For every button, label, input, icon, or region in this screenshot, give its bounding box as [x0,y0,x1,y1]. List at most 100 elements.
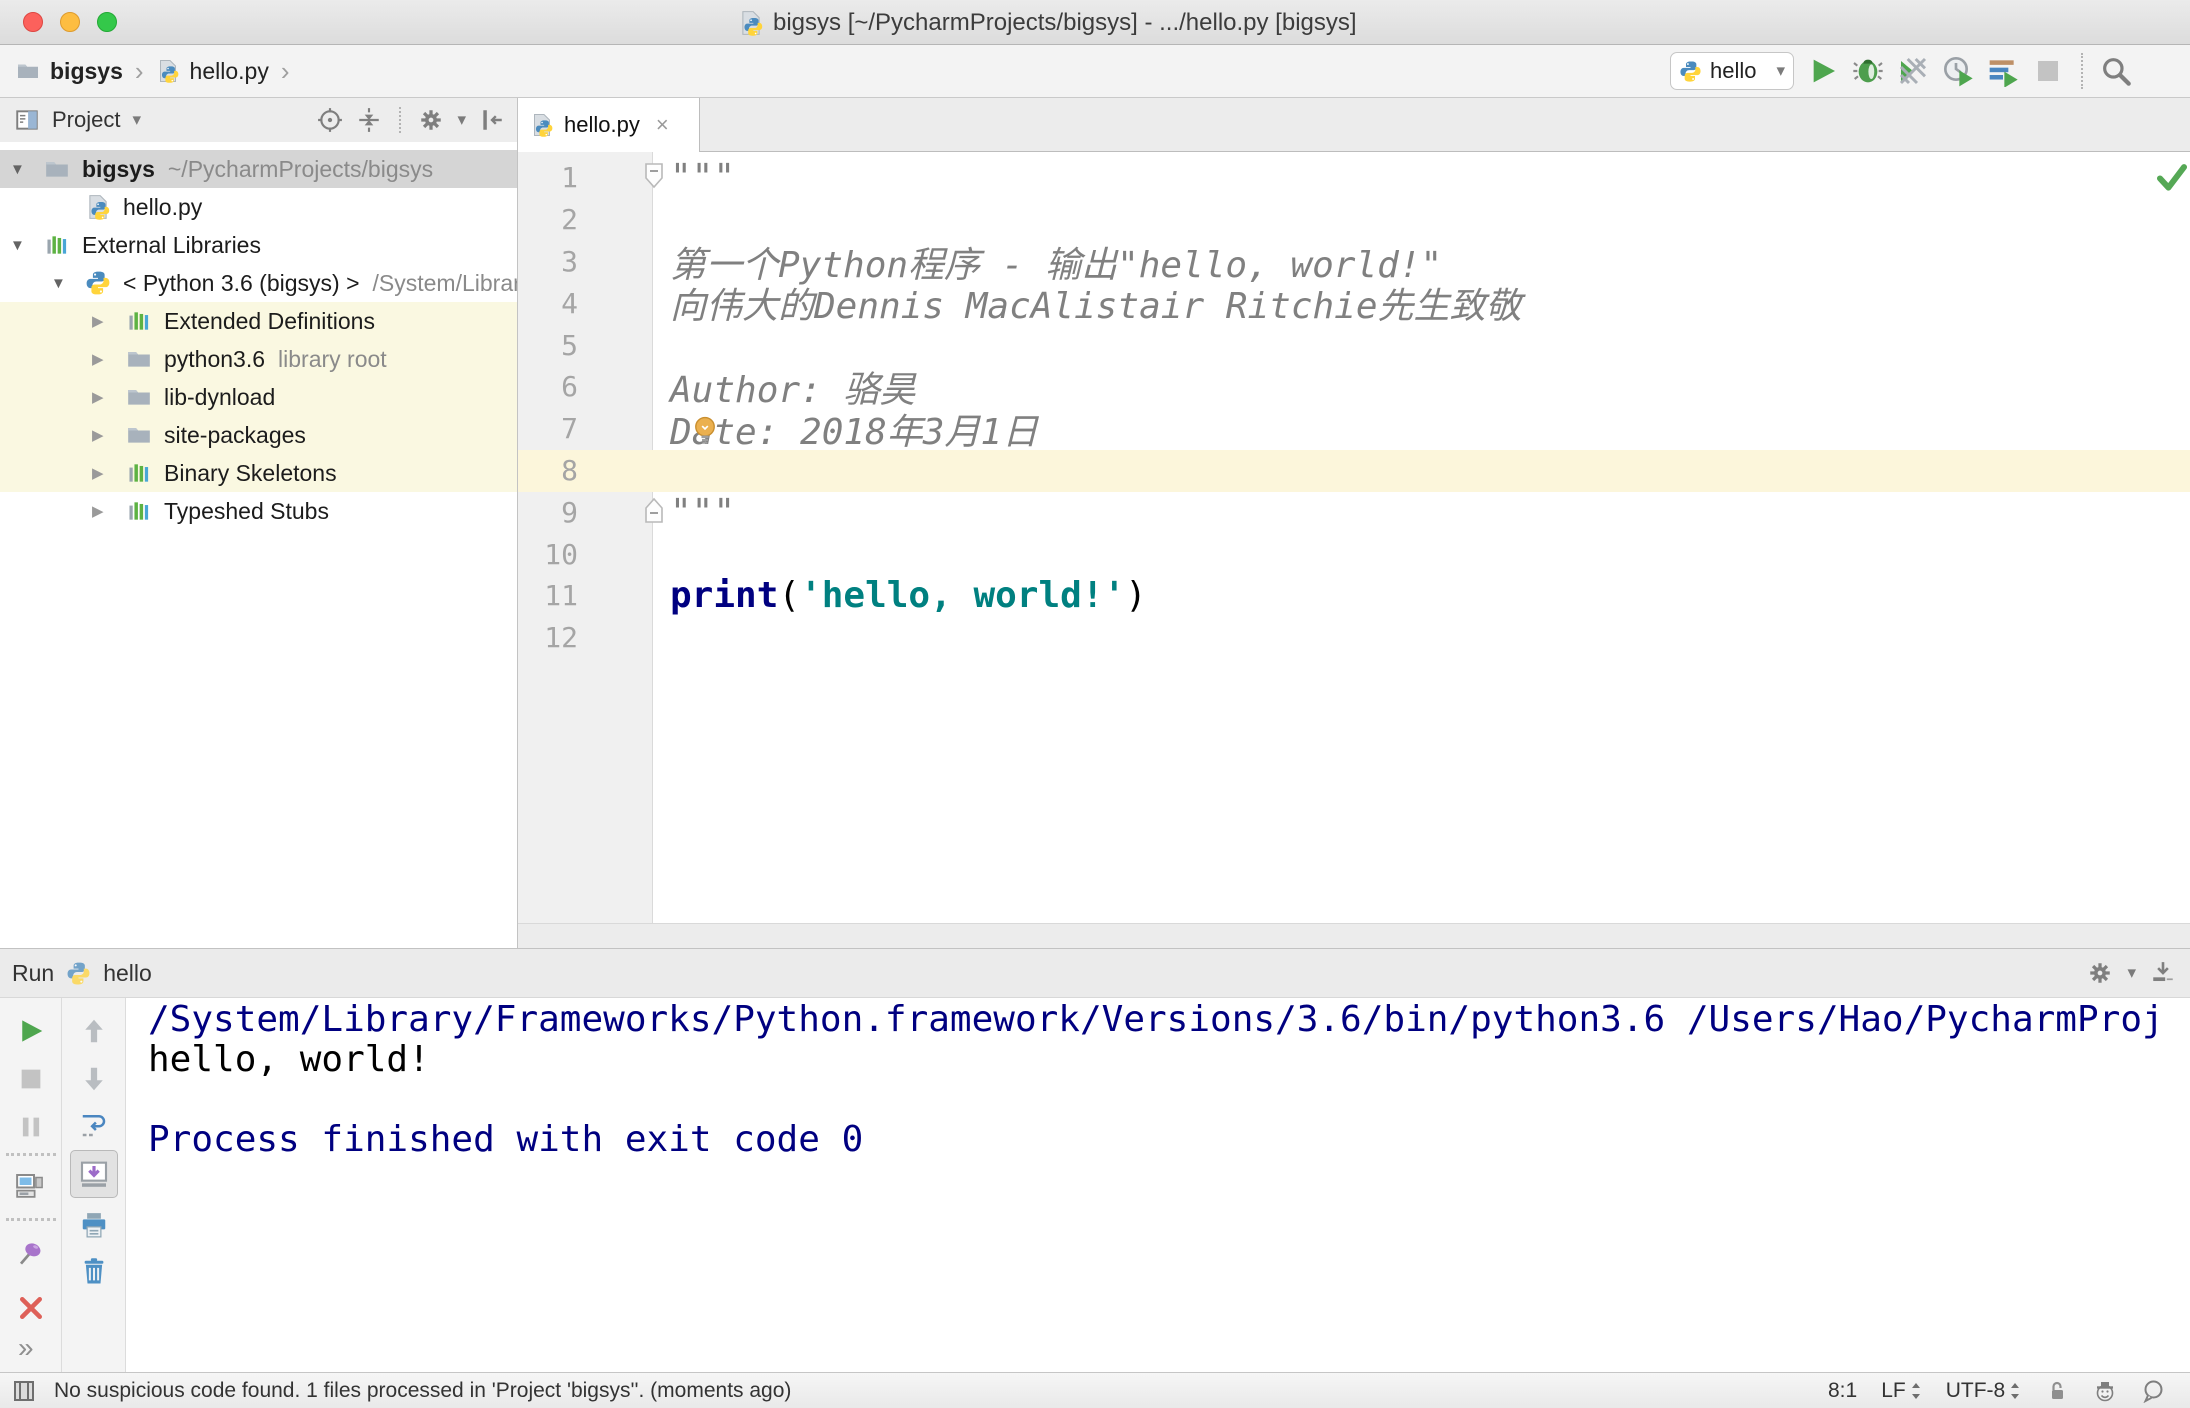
project-tree-row[interactable]: ▶ Extended Definitions [0,302,517,340]
rerun-button[interactable] [16,1016,46,1046]
console-line: Process finished with exit code 0 [148,1119,864,1160]
settings-gear-icon[interactable] [2087,960,2113,986]
run-panel-title[interactable]: Run [12,960,54,987]
encoding-label: UTF-8 [1945,1378,2006,1402]
tree-collapse-icon[interactable]: ▼ [10,237,44,254]
encoding-select[interactable]: UTF-8 [1946,1379,2022,1403]
code-text: Date: 2018年3月1日 [670,411,1039,453]
code-editor[interactable]: 1 """ 2 3 第一个Python程序 - 输出"hello, world!" 4 向伟… [518,152,2190,923]
toolbar-separator [6,1153,56,1156]
project-tree-row[interactable]: ▶ lib-dynload [0,378,517,416]
line-number: 11 [544,579,578,613]
zoom-window-button[interactable] [97,12,117,32]
locate-file-icon[interactable] [317,107,343,133]
up-stacktrace-button [79,1016,109,1046]
breadcrumb-file[interactable]: hello.py [190,58,269,85]
run-configuration-select[interactable]: hello ▾ [1670,52,1794,90]
tree-expand-icon[interactable]: ▶ [92,464,126,482]
tree-expand-icon[interactable]: ▶ [92,350,126,368]
project-tree-row[interactable]: ▼ < Python 3.6 (bigsys) > /System/Library/… [0,264,517,302]
hide-panel-icon[interactable] [479,107,505,133]
pyfile-icon [85,194,111,220]
folder-icon [126,384,152,410]
pause-button [16,1112,46,1142]
toolwindow-switcher-icon[interactable] [12,1379,36,1403]
tree-expand-icon[interactable]: ▶ [92,312,126,330]
close-window-button[interactable] [23,12,43,32]
tree-item-label: Extended Definitions [164,307,375,334]
collapse-all-icon[interactable] [356,107,382,133]
breadcrumb-project[interactable]: bigsys [50,58,123,85]
print-button[interactable] [79,1210,109,1240]
minimize-window-button[interactable] [60,12,80,32]
close-panel-button[interactable] [16,1293,46,1323]
toolbar-separator [6,1218,56,1221]
editor-tab-hello-py[interactable]: hello.py × [518,98,700,152]
restore-layout-button[interactable] [14,1170,44,1200]
editor-bottom-strip [518,923,2190,948]
chevron-down-icon: ▾ [2127,963,2136,982]
line-number: 8 [561,453,578,487]
tree-collapse-icon[interactable]: ▼ [51,275,85,292]
stop-button [16,1064,46,1094]
editor-line: 9 """ [518,491,2190,533]
settings-gear-icon[interactable] [418,107,444,133]
console-output[interactable]: /System/Library/Frameworks/Python.framew… [126,1000,2190,1372]
fold-region-start-icon[interactable] [644,161,664,191]
scroll-to-end-button[interactable] [70,1150,118,1198]
concurrency-diagram-button[interactable] [1987,55,2019,87]
console-line: hello, world! [148,1039,430,1080]
code-text: """ [670,157,736,199]
profiler-button[interactable] [1942,55,1974,87]
project-tree-row[interactable]: ▼ External Libraries [0,226,517,264]
project-panel-header: Project ▾ ▾ [0,98,517,142]
project-tree-row[interactable]: ▶ site-packages [0,416,517,454]
toolbar-separator [399,107,402,133]
tree-item-label: site-packages [164,421,306,448]
intention-bulb-icon[interactable] [688,414,722,448]
tree-expand-icon[interactable]: ▶ [92,388,126,406]
project-tree-row[interactable]: ▼ bigsys ~/PycharmProjects/bigsys [0,150,517,188]
status-bar: No suspicious code found. 1 files proces… [0,1372,2190,1408]
console-line: /System/Library/Frameworks/Python.framew… [148,1000,2164,1040]
run-toolbar: » [0,998,62,1372]
line-number: 9 [561,495,578,529]
tree-expand-icon[interactable]: ▶ [92,426,126,444]
project-panel-title[interactable]: Project [52,107,120,133]
tree-item-label: Binary Skeletons [164,459,337,486]
close-tab-icon[interactable]: × [656,112,669,138]
project-tree[interactable]: ▼ bigsys ~/PycharmProjects/bigsys hello.py ▼… [0,150,517,948]
search-everywhere-icon[interactable] [2100,55,2132,87]
console-toolbar [62,998,126,1372]
chevron-down-icon[interactable]: ▾ [132,110,141,130]
run-with-coverage-button[interactable] [1897,55,1929,87]
pin-tab-button[interactable] [16,1238,46,1268]
caret-position[interactable]: 8:1 [1828,1379,1857,1403]
project-tree-row[interactable]: ▶ Typeshed Stubs [0,492,517,530]
project-tree-row[interactable]: ▶ Binary Skeletons [0,454,517,492]
editor-line: 11 print('hello, world!') [518,575,2190,617]
project-panel-icon [14,107,40,133]
fold-region-end-icon[interactable] [644,495,664,525]
hide-panel-down-icon[interactable] [2150,960,2176,986]
tree-collapse-icon[interactable]: ▼ [10,161,44,178]
editor-lines: 1 """ 2 3 第一个Python程序 - 输出"hello, world!" 4 向伟… [518,157,2190,659]
hector-inspector-icon[interactable] [2093,1379,2117,1403]
debug-button[interactable] [1852,55,1884,87]
event-log-bubble-icon[interactable] [2141,1379,2165,1403]
unlock-icon[interactable] [2045,1379,2069,1403]
editor-tab-label: hello.py [564,112,640,137]
more-actions-button[interactable]: » [18,1332,34,1364]
project-tree-row[interactable]: hello.py [0,188,517,226]
run-console-area: » /System/Library/Frameworks/Python.fram… [0,998,2190,1372]
soft-wrap-button[interactable] [79,1110,109,1140]
tree-expand-icon[interactable]: ▶ [92,502,126,520]
line-number: 7 [561,412,578,446]
project-tree-row[interactable]: ▶ python3.6 library root [0,340,517,378]
run-button[interactable] [1807,55,1839,87]
clear-all-button[interactable] [79,1256,109,1286]
run-panel-config-label[interactable]: hello [103,960,152,987]
inspections-ok-icon[interactable] [2155,160,2189,194]
status-message[interactable]: No suspicious code found. 1 files proces… [54,1379,791,1403]
line-separator-select[interactable]: LF [1881,1379,1922,1403]
